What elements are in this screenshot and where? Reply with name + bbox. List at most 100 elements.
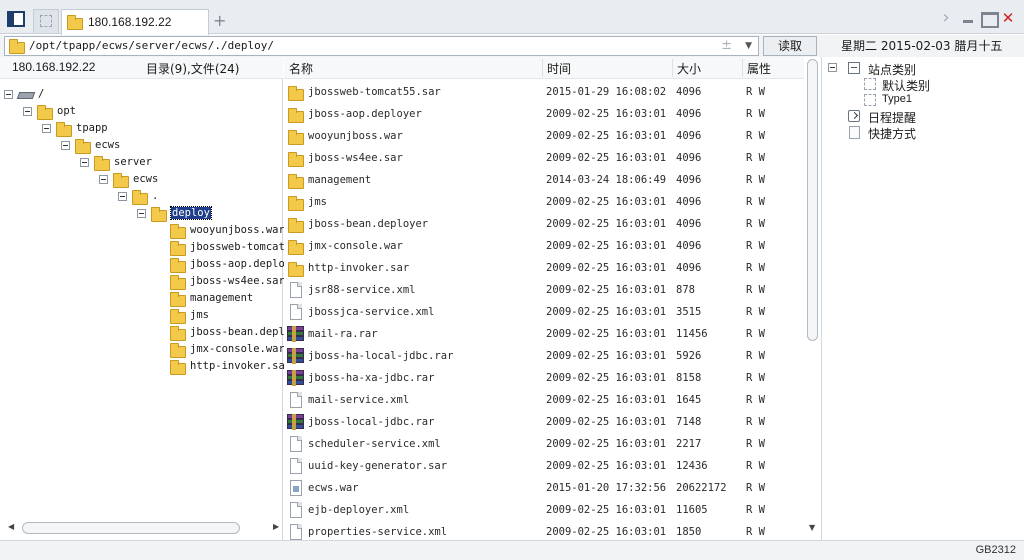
tree-item[interactable]: jms bbox=[0, 308, 283, 324]
category-default[interactable]: 默认类别 bbox=[828, 76, 1008, 93]
collapse-icon[interactable] bbox=[61, 141, 70, 150]
file-row[interactable]: jboss-ha-local-jdbc.rar 2009-02-25 16:03:… bbox=[284, 345, 804, 367]
col-size[interactable]: 大小 bbox=[677, 60, 701, 77]
tab-active[interactable]: 180.168.192.22 bbox=[61, 9, 209, 35]
col-name[interactable]: 名称 bbox=[289, 60, 313, 77]
folder-icon bbox=[288, 262, 304, 277]
col-time[interactable]: 时间 bbox=[547, 60, 571, 77]
column-divider[interactable] bbox=[542, 59, 543, 77]
path-input[interactable]: /opt/tpapp/ecws/server/ecws/./deploy/ ± … bbox=[4, 36, 759, 56]
tree-item[interactable]: deploy bbox=[0, 206, 283, 222]
tree-item[interactable]: jboss-ws4ee.sar bbox=[0, 274, 285, 290]
collapse-icon[interactable] bbox=[99, 175, 108, 184]
add-tab-button[interactable]: + bbox=[213, 11, 226, 30]
file-row[interactable]: jboss-ha-xa-jdbc.rar 2009-02-25 16:03:01 8… bbox=[284, 367, 804, 389]
tree-item[interactable]: jbossweb-tomcat55.sar bbox=[0, 240, 323, 256]
column-divider[interactable] bbox=[742, 59, 743, 77]
tree-item[interactable]: / bbox=[0, 87, 283, 103]
file-row[interactable]: jms 2009-02-25 16:03:01 4096 R W bbox=[284, 191, 804, 213]
file-row[interactable]: jboss-local-jdbc.rar 2009-02-25 16:03:01 7… bbox=[284, 411, 804, 433]
tree-item[interactable]: jboss-bean.deployer bbox=[0, 325, 310, 341]
tree-item[interactable]: tpapp bbox=[0, 121, 283, 137]
folder-icon bbox=[113, 173, 129, 188]
file-row[interactable]: ecws.war 2015-01-20 17:32:56 20622172 R W bbox=[284, 477, 804, 499]
file-row[interactable]: uuid-key-generator.sar 2009-02-25 16:03:0… bbox=[284, 455, 804, 477]
file-attr: R W bbox=[746, 350, 765, 362]
scroll-left-icon[interactable]: ◀ bbox=[8, 522, 14, 531]
tree-item[interactable]: ecws bbox=[0, 138, 283, 154]
file-attr: R W bbox=[746, 394, 765, 406]
file-row[interactable]: jboss-aop.deployer 2009-02-25 16:03:01 409… bbox=[284, 103, 804, 125]
maximize-button[interactable] bbox=[980, 10, 999, 28]
minimize-button[interactable] bbox=[960, 10, 976, 26]
file-time: 2009-02-25 16:03:01 bbox=[546, 196, 667, 208]
file-row[interactable]: jboss-ws4ee.sar 2009-02-25 16:03:01 4096 R … bbox=[284, 147, 804, 169]
file-row[interactable]: http-invoker.sar 2009-02-25 16:03:01 4096 R… bbox=[284, 257, 804, 279]
schedule-reminder[interactable]: 日程提醒 bbox=[828, 108, 1008, 125]
file-attr: R W bbox=[746, 372, 765, 384]
tree-item[interactable]: management bbox=[0, 291, 283, 307]
file-time: 2009-02-25 16:03:01 bbox=[546, 394, 667, 406]
tree-item[interactable]: opt bbox=[0, 104, 283, 120]
close-button[interactable]: ✕ bbox=[1000, 10, 1016, 26]
file-name: jboss-ws4ee.sar bbox=[308, 152, 403, 164]
tree-item[interactable]: jboss-aop.deployer bbox=[0, 257, 304, 273]
file-row[interactable]: wooyunjboss.war 2009-02-25 16:03:01 4096 R … bbox=[284, 125, 804, 147]
folder-icon bbox=[75, 139, 91, 154]
file-size: 878 bbox=[676, 284, 695, 296]
file-name: mail-service.xml bbox=[308, 394, 410, 406]
tree-item[interactable]: jmx-console.war bbox=[0, 342, 285, 358]
col-attr[interactable]: 属性 bbox=[747, 60, 771, 77]
file-row[interactable]: management 2014-03-24 18:06:49 4096 R W bbox=[284, 169, 804, 191]
panel-toggle-icon[interactable] bbox=[7, 11, 25, 27]
collapse-icon[interactable] bbox=[4, 90, 13, 99]
read-button[interactable]: 读取 bbox=[763, 36, 817, 56]
collapse-icon[interactable] bbox=[137, 209, 146, 218]
file-row[interactable]: ejb-deployer.xml 2009-02-25 16:03:01 11605… bbox=[284, 499, 804, 521]
tree-item[interactable]: http-invoker.sar bbox=[0, 359, 291, 375]
collapse-icon[interactable] bbox=[828, 63, 837, 72]
pin-icon[interactable]: ± bbox=[721, 38, 732, 53]
file-attr: R W bbox=[746, 504, 765, 516]
file-icon bbox=[290, 392, 302, 408]
path-text[interactable]: /opt/tpapp/ecws/server/ecws/./deploy/ bbox=[29, 39, 274, 52]
file-attr: R W bbox=[746, 328, 765, 340]
file-row[interactable]: jbossjca-service.xml 2009-02-25 16:03:01 3… bbox=[284, 301, 804, 323]
tree-item[interactable]: . bbox=[0, 189, 283, 205]
chevron-right-icon[interactable]: › bbox=[938, 9, 954, 27]
tree-item[interactable]: ecws bbox=[0, 172, 283, 188]
file-row[interactable]: jsr88-service.xml 2009-02-25 16:03:01 878 R… bbox=[284, 279, 804, 301]
shortcut-icon bbox=[849, 126, 860, 139]
file-row[interactable]: mail-service.xml 2009-02-25 16:03:01 1645 R… bbox=[284, 389, 804, 411]
scroll-thumb[interactable] bbox=[807, 59, 818, 341]
tree-item[interactable]: wooyunjboss.war bbox=[0, 223, 285, 239]
file-row[interactable]: jbossweb-tomcat55.sar 2015-01-29 16:08:02… bbox=[284, 81, 804, 103]
vertical-scrollbar[interactable]: ▼ bbox=[804, 57, 821, 540]
column-divider[interactable] bbox=[672, 59, 673, 77]
horizontal-scrollbar[interactable]: ◀ ▶ bbox=[8, 521, 280, 535]
calendar-icon bbox=[848, 110, 860, 122]
file-row[interactable]: jboss-bean.deployer 2009-02-25 16:03:01 40… bbox=[284, 213, 804, 235]
scroll-down-icon[interactable]: ▼ bbox=[809, 523, 815, 532]
tab-blank[interactable] bbox=[33, 9, 59, 33]
scroll-thumb[interactable] bbox=[22, 522, 240, 534]
tree-item[interactable]: server bbox=[0, 155, 283, 171]
file-row[interactable]: jmx-console.war 2009-02-25 16:03:01 4096 R … bbox=[284, 235, 804, 257]
file-row[interactable]: scheduler-service.xml 2009-02-25 16:03:01… bbox=[284, 433, 804, 455]
category-root[interactable]: 站点类别 bbox=[828, 60, 1008, 77]
file-time: 2009-02-25 16:03:01 bbox=[546, 504, 667, 516]
category-type1[interactable]: Type1 bbox=[828, 92, 1008, 108]
file-row[interactable]: mail-ra.rar 2009-02-25 16:03:01 11456 R W bbox=[284, 323, 804, 345]
collapse-icon[interactable] bbox=[23, 107, 32, 116]
collapse-icon[interactable] bbox=[42, 124, 51, 133]
file-time: 2014-03-24 18:06:49 bbox=[546, 174, 667, 186]
shortcuts[interactable]: 快捷方式 bbox=[828, 124, 1008, 141]
scroll-right-icon[interactable]: ▶ bbox=[273, 522, 279, 531]
chevron-down-icon[interactable]: ▼ bbox=[745, 38, 752, 54]
folder-icon bbox=[288, 86, 304, 101]
file-row[interactable]: properties-service.xml 2009-02-25 16:03:0… bbox=[284, 521, 804, 540]
tree-item-label: management bbox=[190, 292, 254, 304]
collapse-icon[interactable] bbox=[80, 158, 89, 167]
folder-icon bbox=[132, 190, 148, 205]
collapse-icon[interactable] bbox=[118, 192, 127, 201]
